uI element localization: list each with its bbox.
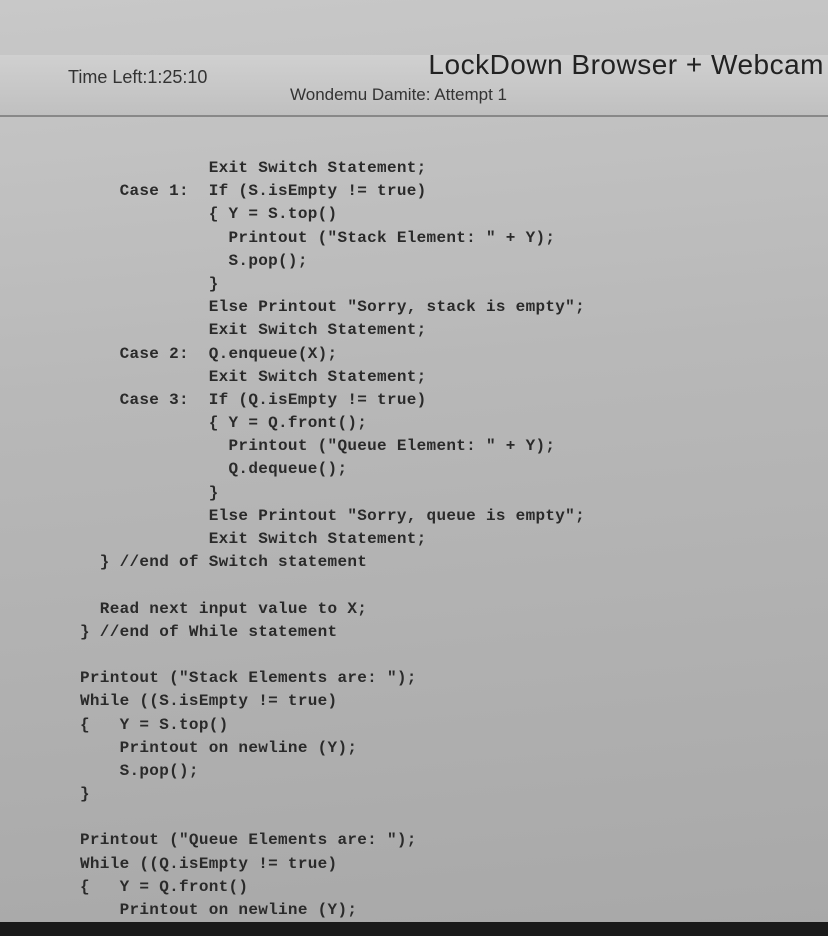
attempt-line: Wondemu Damite: Attempt 1 [290,85,507,105]
code-block: Exit Switch Statement; Case 1: If (S.isE… [0,117,828,936]
screen: LockDown Browser + Webcam Time Left:1:25… [0,0,828,936]
browser-title: LockDown Browser + Webcam [428,49,824,81]
bottom-bar [0,922,828,936]
time-left-label: Time Left: [68,67,147,87]
time-left-value: 1:25:10 [147,67,207,87]
time-left: Time Left:1:25:10 [68,67,207,88]
header-bar: LockDown Browser + Webcam Time Left:1:25… [0,55,828,117]
